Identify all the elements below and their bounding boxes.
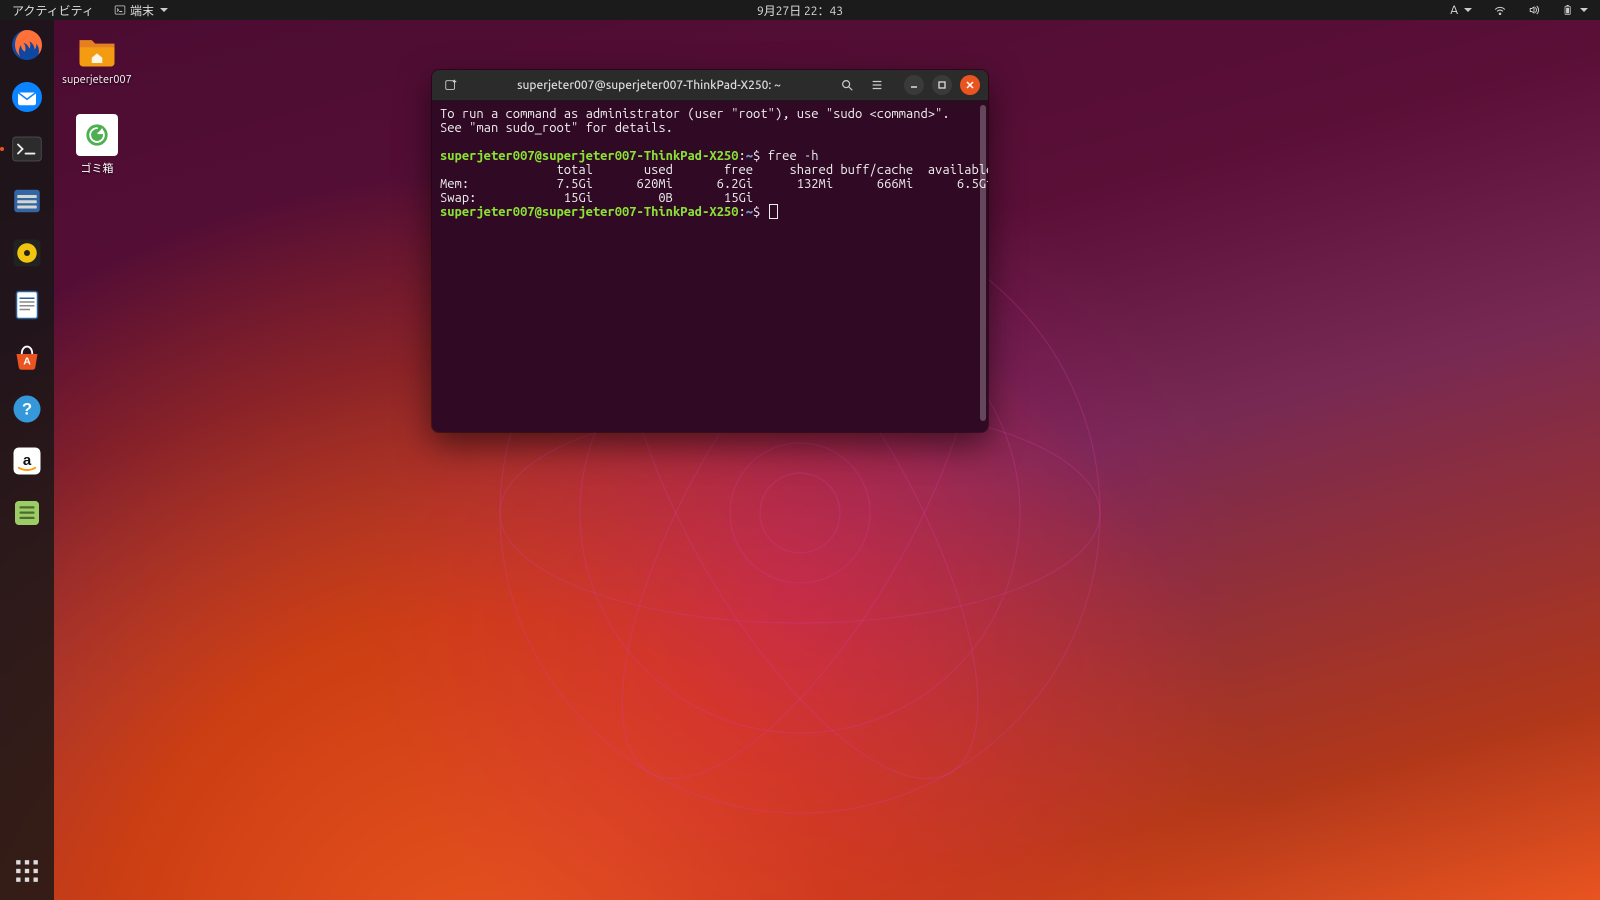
maximize-button[interactable] [932, 75, 952, 95]
dock-app-terminal[interactable] [8, 130, 46, 168]
desktop-icon-trash[interactable]: ゴミ箱 [60, 114, 134, 176]
motd-line-2: See "man sudo_root" for details. [440, 121, 673, 135]
svg-text:A: A [23, 356, 31, 368]
new-tab-icon [444, 78, 458, 92]
free-output-table: total used free shared buff/cache availa… [440, 163, 988, 205]
terminal-scrollbar[interactable] [980, 105, 986, 421]
minimize-button[interactable] [904, 75, 924, 95]
hamburger-icon [870, 78, 884, 92]
trash-icon [76, 114, 118, 156]
close-icon [965, 80, 975, 90]
prompt-symbol: $ [753, 205, 760, 219]
search-icon [840, 78, 854, 92]
dock-app-rhythmbox[interactable] [8, 234, 46, 272]
clock[interactable]: 9月27日 22：43 [753, 2, 847, 19]
app-menu[interactable]: 端末 [110, 2, 172, 19]
network-icon[interactable] [1490, 4, 1510, 16]
chevron-down-icon [160, 8, 168, 12]
dock-app-help[interactable]: ? [8, 390, 46, 428]
show-applications-button[interactable] [8, 852, 46, 890]
terminal-body[interactable]: To run a command as administrator (user … [432, 101, 988, 432]
prompt-host: superjeter007-ThinkPad-X250 [542, 205, 739, 219]
terminal-window[interactable]: superjeter007@superjeter007-ThinkPad-X25… [432, 70, 988, 432]
list-icon [9, 495, 45, 531]
svg-text:a: a [23, 452, 32, 469]
desktop-icon-home[interactable]: superjeter007 [60, 28, 134, 86]
minimize-icon [909, 80, 919, 90]
battery-icon[interactable] [1558, 4, 1592, 16]
dock-app-files[interactable] [8, 182, 46, 220]
terminal-titlebar[interactable]: superjeter007@superjeter007-ThinkPad-X25… [432, 70, 988, 101]
close-button[interactable] [960, 75, 980, 95]
terminal-cursor [770, 205, 777, 218]
dock-app-firefox[interactable] [8, 26, 46, 64]
prompt-command: free -h [768, 149, 819, 163]
files-icon [9, 183, 45, 219]
prompt-path: ~ [746, 149, 753, 163]
desktop-icon-label: superjeter007 [62, 74, 132, 86]
amazon-icon: a [9, 443, 45, 479]
motd-line-1: To run a command as administrator (user … [440, 107, 950, 121]
chevron-down-icon [1464, 8, 1472, 12]
thunderbird-icon [9, 79, 45, 115]
prompt-user: superjeter007 [440, 149, 535, 163]
dock-app-writer[interactable] [8, 286, 46, 324]
document-icon [9, 287, 45, 323]
input-source-indicator[interactable]: A [1446, 4, 1476, 17]
search-button[interactable] [834, 73, 860, 97]
dock-app-software[interactable]: A [8, 338, 46, 376]
clock-text: 9月27日 22：43 [757, 2, 843, 19]
firefox-icon [9, 27, 45, 63]
dock: A ? a [0, 20, 54, 900]
top-bar: アクティビティ 端末 9月27日 22：43 A [0, 0, 1600, 20]
apps-grid-icon [14, 858, 40, 884]
new-tab-button[interactable] [438, 73, 464, 97]
prompt-user: superjeter007 [440, 205, 535, 219]
prompt-host: superjeter007-ThinkPad-X250 [542, 149, 739, 163]
chevron-down-icon [1580, 8, 1588, 12]
dock-app-amazon[interactable]: a [8, 442, 46, 480]
home-folder-icon [76, 28, 118, 70]
prompt-path: ~ [746, 205, 753, 219]
activities-label: アクティビティ [12, 2, 94, 19]
maximize-icon [937, 80, 947, 90]
help-icon: ? [9, 391, 45, 427]
dock-app-thunderbird[interactable] [8, 78, 46, 116]
terminal-title: superjeter007@superjeter007-ThinkPad-X25… [466, 79, 832, 92]
svg-text:?: ? [22, 400, 32, 418]
dock-app-todo[interactable] [8, 494, 46, 532]
desktop-icons-region: superjeter007 ゴミ箱 [60, 28, 134, 176]
app-menu-label: 端末 [130, 2, 154, 19]
menu-button[interactable] [864, 73, 890, 97]
terminal-small-icon [114, 4, 126, 16]
software-icon: A [9, 339, 45, 375]
activities-button[interactable]: アクティビティ [8, 2, 98, 19]
music-icon [9, 235, 45, 271]
prompt-symbol: $ [753, 149, 760, 163]
desktop-icon-label: ゴミ箱 [81, 160, 114, 176]
terminal-icon [9, 131, 45, 167]
input-source-text: A [1450, 4, 1458, 17]
volume-icon[interactable] [1524, 4, 1544, 16]
